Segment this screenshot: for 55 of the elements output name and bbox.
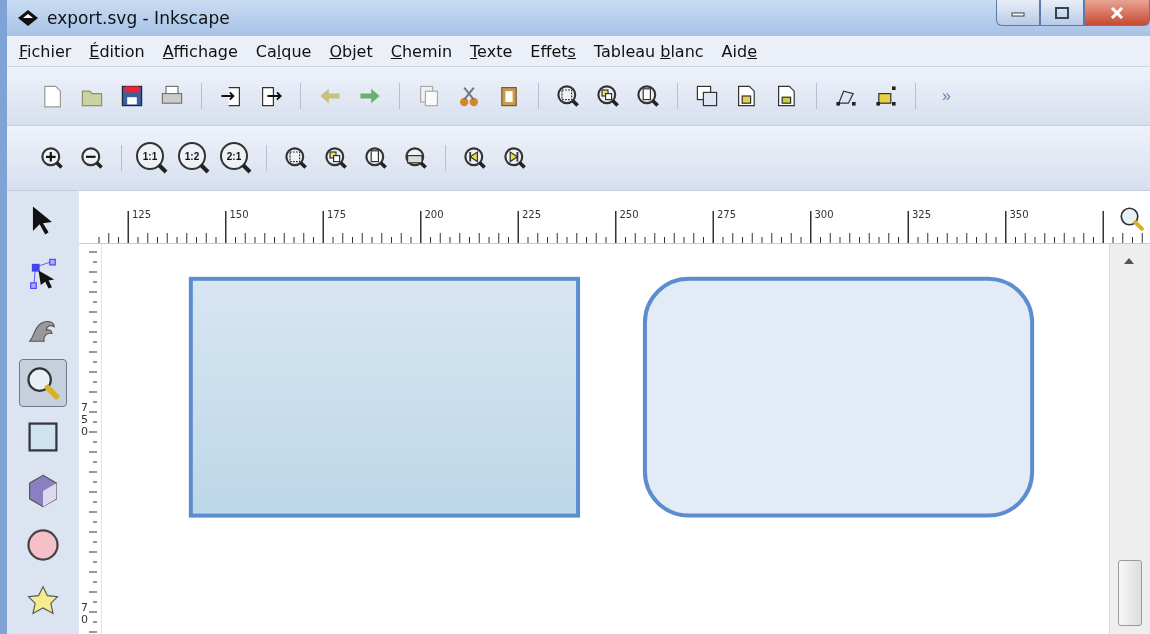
menu-item[interactable]: Tableau blanc [585, 37, 712, 65]
zoom-in-icon [40, 146, 64, 170]
ruler-label: 275 [717, 209, 737, 220]
export-icon [259, 84, 283, 108]
zoom-selection-icon [284, 146, 308, 170]
menu-item[interactable]: Effets [522, 37, 584, 65]
ruler-label: 350 [1009, 209, 1029, 220]
zoom-width-icon [404, 146, 428, 170]
zoom-previous-icon [463, 146, 487, 170]
ruler-label: 70 [81, 602, 89, 627]
scroll-thumb[interactable] [1118, 560, 1142, 626]
zoom-selection-icon [556, 84, 580, 108]
maximize-icon [1055, 6, 1069, 19]
ruler-label: 125 [132, 209, 152, 220]
ruler-label: 750 [81, 402, 89, 439]
close-button[interactable] [1084, 0, 1150, 26]
zoom-drawing-icon [324, 146, 348, 170]
zoom-out-icon [80, 146, 104, 170]
scissors-icon [457, 84, 481, 108]
duplicate-icon [695, 84, 719, 108]
zoom-page-icon [636, 84, 660, 108]
close-icon [1110, 6, 1124, 19]
search-icon [1118, 205, 1146, 233]
ruler-label: 175 [327, 209, 347, 220]
magnifier-tool[interactable] [19, 359, 67, 407]
menu-item[interactable]: Chemin [382, 37, 461, 65]
maximize-button[interactable] [1040, 0, 1084, 26]
minimize-button[interactable] [996, 0, 1040, 26]
circle-icon [24, 526, 62, 564]
menu-item[interactable]: Calque [247, 37, 320, 65]
ruler-label: 225 [522, 209, 542, 220]
magnifier-icon [24, 364, 62, 402]
menu-item[interactable]: Aide [713, 37, 765, 65]
ruler-label: 325 [912, 209, 932, 220]
import-icon [219, 84, 243, 108]
vertical-scrollbar[interactable] [1109, 244, 1150, 634]
menu-item[interactable]: Édition [81, 37, 153, 65]
app-logo-icon [17, 9, 39, 27]
object-handles-icon [874, 84, 898, 108]
rounded-rectangle-shape[interactable] [642, 276, 1035, 518]
ruler-label: 300 [814, 209, 834, 220]
ruler-label: 200 [424, 209, 444, 220]
menu-item[interactable]: Fichier [11, 37, 80, 65]
menu-item[interactable]: Affichage [154, 37, 246, 65]
scroll-up-icon[interactable] [1122, 256, 1136, 266]
zoom-next-icon [503, 146, 527, 170]
copy-icon [417, 84, 441, 108]
zoom-page-icon [364, 146, 388, 170]
menu-item[interactable]: Objet [321, 37, 381, 65]
window-title: export.svg - Inkscape [47, 8, 231, 28]
menu-item[interactable]: Texte [462, 37, 521, 65]
zoom-drawing-icon [596, 84, 620, 108]
ruler-label: 250 [619, 209, 639, 220]
ruler-label: 150 [229, 209, 249, 220]
rectangle-shape[interactable] [188, 276, 581, 518]
